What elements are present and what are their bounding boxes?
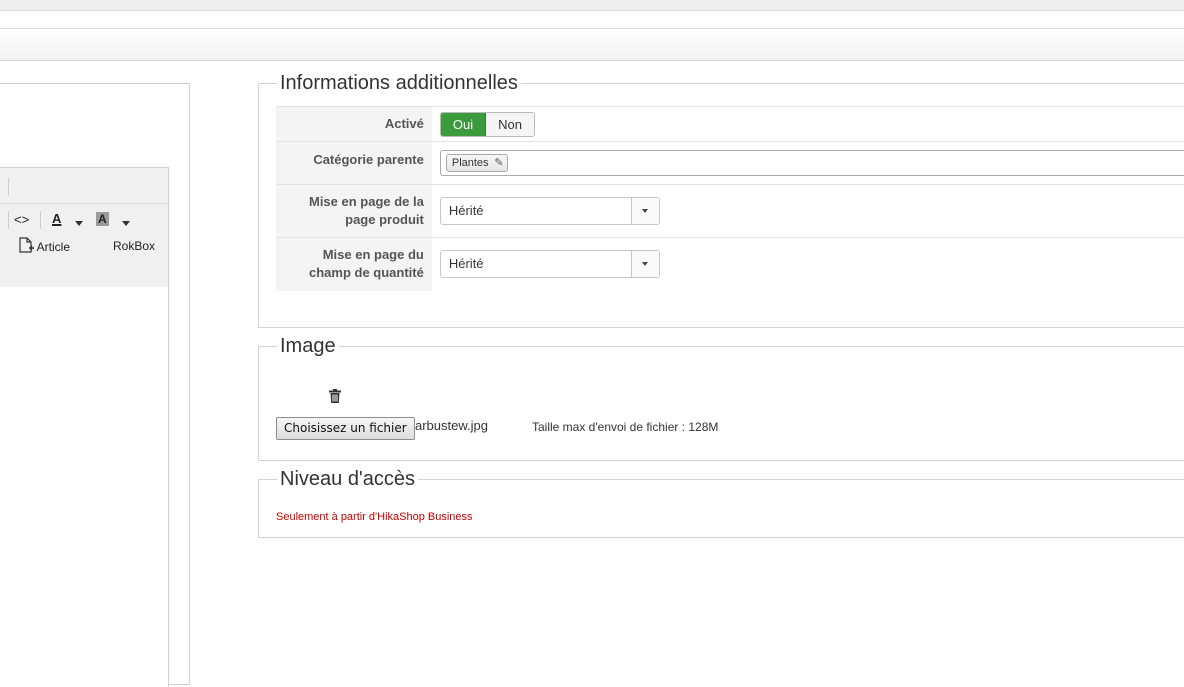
font-color-dropdown[interactable] (75, 215, 83, 229)
max-upload-size: Taille max d'envoi de fichier : 128M (532, 420, 719, 434)
toolbar-separator (40, 211, 41, 229)
quantity-layout-selected: Hérité (448, 256, 484, 272)
quantity-layout-label: Mise en page du champ de quantité (276, 237, 432, 291)
editor-content-area[interactable] (0, 287, 169, 687)
bg-color-dropdown[interactable] (122, 215, 130, 229)
product-layout-label-line2: page produit (345, 212, 424, 227)
product-layout-label: Mise en page de la page produit (276, 184, 432, 238)
active-value: Oui Non (431, 106, 1184, 142)
font-color-button[interactable]: A (52, 211, 61, 226)
code-button[interactable]: <> (14, 212, 29, 227)
additional-info-legend: Informations additionnelles (277, 71, 521, 95)
top-bar (0, 0, 1184, 11)
additional-info-table: Activé Oui Non Catégorie parente Plantes… (276, 106, 1184, 291)
chevron-down-icon (75, 221, 83, 226)
toolbar-row-divider (0, 203, 168, 204)
product-layout-select[interactable]: Hérité (439, 197, 660, 225)
quantity-layout-row: Mise en page du champ de quantité Hérité (276, 237, 1184, 291)
product-layout-dropdown-button[interactable] (630, 198, 659, 224)
quantity-layout-value: Hérité (431, 237, 1184, 291)
trash-icon-graphic (329, 389, 341, 403)
article-label: Article (36, 240, 71, 254)
business-only-notice: Seulement à partir d'HikaShop Business (276, 511, 473, 523)
selected-filename: arbustew.jpg (415, 418, 488, 433)
parent-category-value: Plantes ✎ (431, 141, 1184, 185)
category-chip[interactable]: Plantes ✎ (445, 154, 508, 172)
product-layout-label-line1: Mise en page de la (308, 194, 424, 209)
pencil-icon[interactable]: ✎ (494, 155, 503, 171)
quantity-layout-dropdown-button[interactable] (630, 251, 659, 278)
parent-category-input[interactable]: Plantes ✎ (439, 150, 1184, 176)
rokbox-button[interactable]: RokBox (113, 239, 155, 253)
quantity-layout-label-line1: Mise en page du (322, 247, 424, 263)
access-level-legend: Niveau d'accès (277, 467, 418, 491)
product-layout-selected: Hérité (448, 203, 484, 218)
toolbar-separator (8, 178, 9, 196)
image-legend: Image (277, 334, 339, 358)
add-document-icon (19, 237, 34, 253)
access-level-fieldset: Niveau d'accès Seulement à partir d'Hika… (258, 467, 1184, 538)
product-layout-row: Mise en page de la page produit Hérité (276, 184, 1184, 238)
active-toggle: Oui Non (439, 111, 535, 137)
active-yes-button[interactable]: Oui (440, 112, 487, 136)
choose-file-button[interactable]: Choisissez un fichier (276, 417, 415, 440)
active-no-button[interactable]: Non (486, 112, 534, 136)
chevron-down-icon (641, 209, 648, 213)
product-layout-value: Hérité (431, 184, 1184, 238)
quantity-layout-select[interactable]: Hérité (439, 250, 660, 279)
quantity-layout-label-line2: champ de quantité (309, 265, 424, 281)
category-chip-label: Plantes (451, 157, 489, 169)
parent-category-label: Catégorie parente (276, 141, 432, 185)
active-label: Activé (276, 106, 432, 142)
sub-toolbar (0, 28, 1184, 61)
chevron-down-icon (641, 262, 648, 267)
chevron-down-icon (122, 221, 130, 226)
editor-toolbar: <> A A Article RokBox (0, 167, 169, 288)
active-row: Activé Oui Non (276, 106, 1184, 142)
trash-icon[interactable] (329, 389, 341, 406)
image-fieldset: Image Choisissez un fichier arbustew.jpg… (258, 334, 1184, 461)
bg-color-button[interactable]: A (96, 212, 109, 226)
toolbar-separator (8, 211, 9, 229)
additional-info-fieldset: Informations additionnelles Activé Oui N… (258, 71, 1184, 328)
article-button[interactable]: Article (18, 237, 70, 254)
parent-category-row: Catégorie parente Plantes ✎ (276, 141, 1184, 185)
